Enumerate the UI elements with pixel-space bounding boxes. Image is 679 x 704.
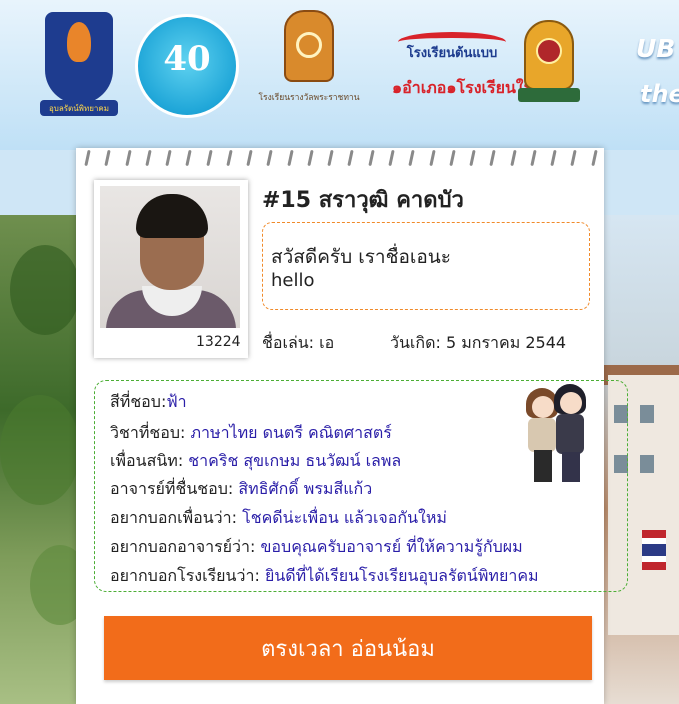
favorite-row-to-friends: อยากบอกเพื่อนว่า: โชคดีน่ะเพื่อน แล้วเจอ… bbox=[110, 506, 447, 531]
anniversary-number: 40 bbox=[163, 39, 211, 79]
anime-couple-illustration bbox=[524, 384, 590, 484]
tagline-line2: the bbox=[640, 80, 679, 108]
birthday-value: 5 มกราคม 2544 bbox=[445, 333, 567, 352]
ring-mark bbox=[226, 149, 233, 167]
favorite-row-to-teachers: อยากบอกอาจารย์ว่า: ขอบคุณครับอาจารย์ ที่… bbox=[110, 535, 523, 560]
ring-mark bbox=[145, 149, 152, 167]
notebook-rings bbox=[84, 148, 598, 168]
favorite-value: ขอบคุณครับอาจารย์ ที่ให้ความรู้กับผม bbox=[260, 537, 523, 556]
message-line2: hello bbox=[271, 270, 315, 291]
ring-mark bbox=[408, 149, 415, 167]
ring-mark bbox=[368, 149, 375, 167]
favorite-row-color: สีที่ชอบ:ฟ้า bbox=[110, 390, 187, 415]
school-emblem-caption: อุบลรัตน์พิทยาคม bbox=[48, 104, 110, 113]
ring-mark bbox=[388, 149, 395, 167]
dharma-wheel-icon bbox=[296, 32, 322, 58]
ring-mark bbox=[591, 149, 598, 167]
favorite-value: ภาษาไทย ดนตรี คณิตศาสตร์ bbox=[190, 423, 392, 442]
favorite-value: ฟ้า bbox=[166, 392, 187, 411]
ring-mark bbox=[165, 149, 172, 167]
favorite-label: อยากบอกอาจารย์ว่า: bbox=[110, 537, 256, 556]
nickname-value: เอ bbox=[319, 333, 335, 352]
favorite-row-subject: วิชาที่ชอบ: ภาษาไทย ดนตรี คณิตศาสตร์ bbox=[110, 421, 392, 446]
nickname-label: ชื่อเล่น: bbox=[262, 333, 315, 352]
favorite-label: อยากบอกโรงเรียนว่า: bbox=[110, 566, 260, 585]
ring-mark bbox=[570, 149, 578, 167]
ring-mark bbox=[509, 149, 517, 167]
tagline-line1: UB bbox=[636, 34, 676, 63]
ring-mark bbox=[287, 149, 294, 167]
ring-mark bbox=[449, 149, 456, 167]
logo-strip: อุบลรัตน์พิทยาคม 40 โรงเรียนรางวัลพระราช… bbox=[0, 0, 679, 150]
student-number: #15 bbox=[262, 188, 312, 213]
royal-award-caption: โรงเรียนรางวัลพระราชทาน bbox=[258, 93, 360, 103]
favorite-label: วิชาที่ชอบ: bbox=[110, 423, 186, 442]
ring-mark bbox=[266, 149, 274, 167]
favorite-label: เพื่อนสนิท: bbox=[110, 451, 184, 470]
student-full-name: สราวุฒิ คาดบัว bbox=[318, 188, 464, 213]
school-emblem-logo: อุบลรัตน์พิทยาคม bbox=[40, 12, 118, 120]
favorite-row-to-school: อยากบอกโรงเรียนว่า: ยินดีที่ได้เรียนโรงเ… bbox=[110, 564, 539, 589]
model-school-logo: โรงเรียนต้นแบบ ๑อำเภอ๑โรงเรียนในฝัน bbox=[392, 24, 555, 114]
ring-mark bbox=[530, 149, 537, 167]
favorite-label: สีที่ชอบ: bbox=[110, 392, 167, 411]
ring-mark bbox=[489, 149, 496, 167]
favorite-label: อาจารย์ที่ชื่นชอบ: bbox=[110, 479, 234, 498]
birthday: วันเกิด: 5 มกราคม 2544 bbox=[390, 331, 566, 356]
ring-mark bbox=[428, 149, 436, 167]
model-school-line1: โรงเรียนต้นแบบ bbox=[406, 46, 498, 61]
favorite-value: สิทธิศักดิ์ พรมสีแก้ว bbox=[238, 479, 373, 498]
ring-mark bbox=[307, 149, 314, 167]
favorite-value: โชคดีน่ะเพื่อน แล้วเจอกันใหม่ bbox=[242, 508, 447, 527]
ring-mark bbox=[104, 149, 111, 167]
favorite-value: ชาคริช สุขเกษม ธนวัฒน์ เลพล bbox=[188, 451, 402, 470]
obec-emblem-logo bbox=[518, 20, 580, 106]
student-name: #15 สราวุฒิ คาดบัว bbox=[262, 182, 464, 217]
student-photo bbox=[100, 186, 240, 328]
message-line1: สวัสดีครับ เราชื่อเอนะ bbox=[271, 246, 451, 268]
thai-flag-icon bbox=[642, 530, 666, 570]
model-school-line2: ๑อำเภอ๑โรงเรียนในฝัน bbox=[392, 78, 555, 97]
ring-mark bbox=[246, 149, 253, 167]
royal-award-logo: โรงเรียนรางวัลพระราชทาน bbox=[250, 10, 368, 122]
favorite-label: อยากบอกเพื่อนว่า: bbox=[110, 508, 238, 527]
birthday-label: วันเกิด: bbox=[390, 333, 441, 352]
anniversary-logo: 40 bbox=[135, 14, 239, 118]
ring-mark bbox=[550, 149, 557, 167]
favorite-value: ยินดีที่ได้เรียนโรงเรียนอุบลรัตน์พิทยาคม bbox=[264, 566, 539, 585]
ring-mark bbox=[327, 149, 334, 167]
ring-mark bbox=[84, 149, 91, 167]
student-photo-frame bbox=[94, 180, 248, 358]
nickname: ชื่อเล่น: เอ bbox=[262, 331, 334, 356]
ring-mark bbox=[347, 149, 355, 167]
favorite-row-teacher: อาจารย์ที่ชื่นชอบ: สิทธิศักดิ์ พรมสีแก้ว bbox=[110, 477, 372, 502]
ring-mark bbox=[469, 149, 476, 167]
ring-mark bbox=[124, 149, 132, 167]
motto-button[interactable]: ตรงเวลา อ่อนน้อม bbox=[104, 616, 592, 680]
student-id: 13224 bbox=[196, 334, 241, 350]
ring-mark bbox=[185, 149, 192, 167]
favorite-row-best-friends: เพื่อนสนิท: ชาคริช สุขเกษม ธนวัฒน์ เลพล bbox=[110, 449, 401, 474]
ring-mark bbox=[205, 149, 213, 167]
